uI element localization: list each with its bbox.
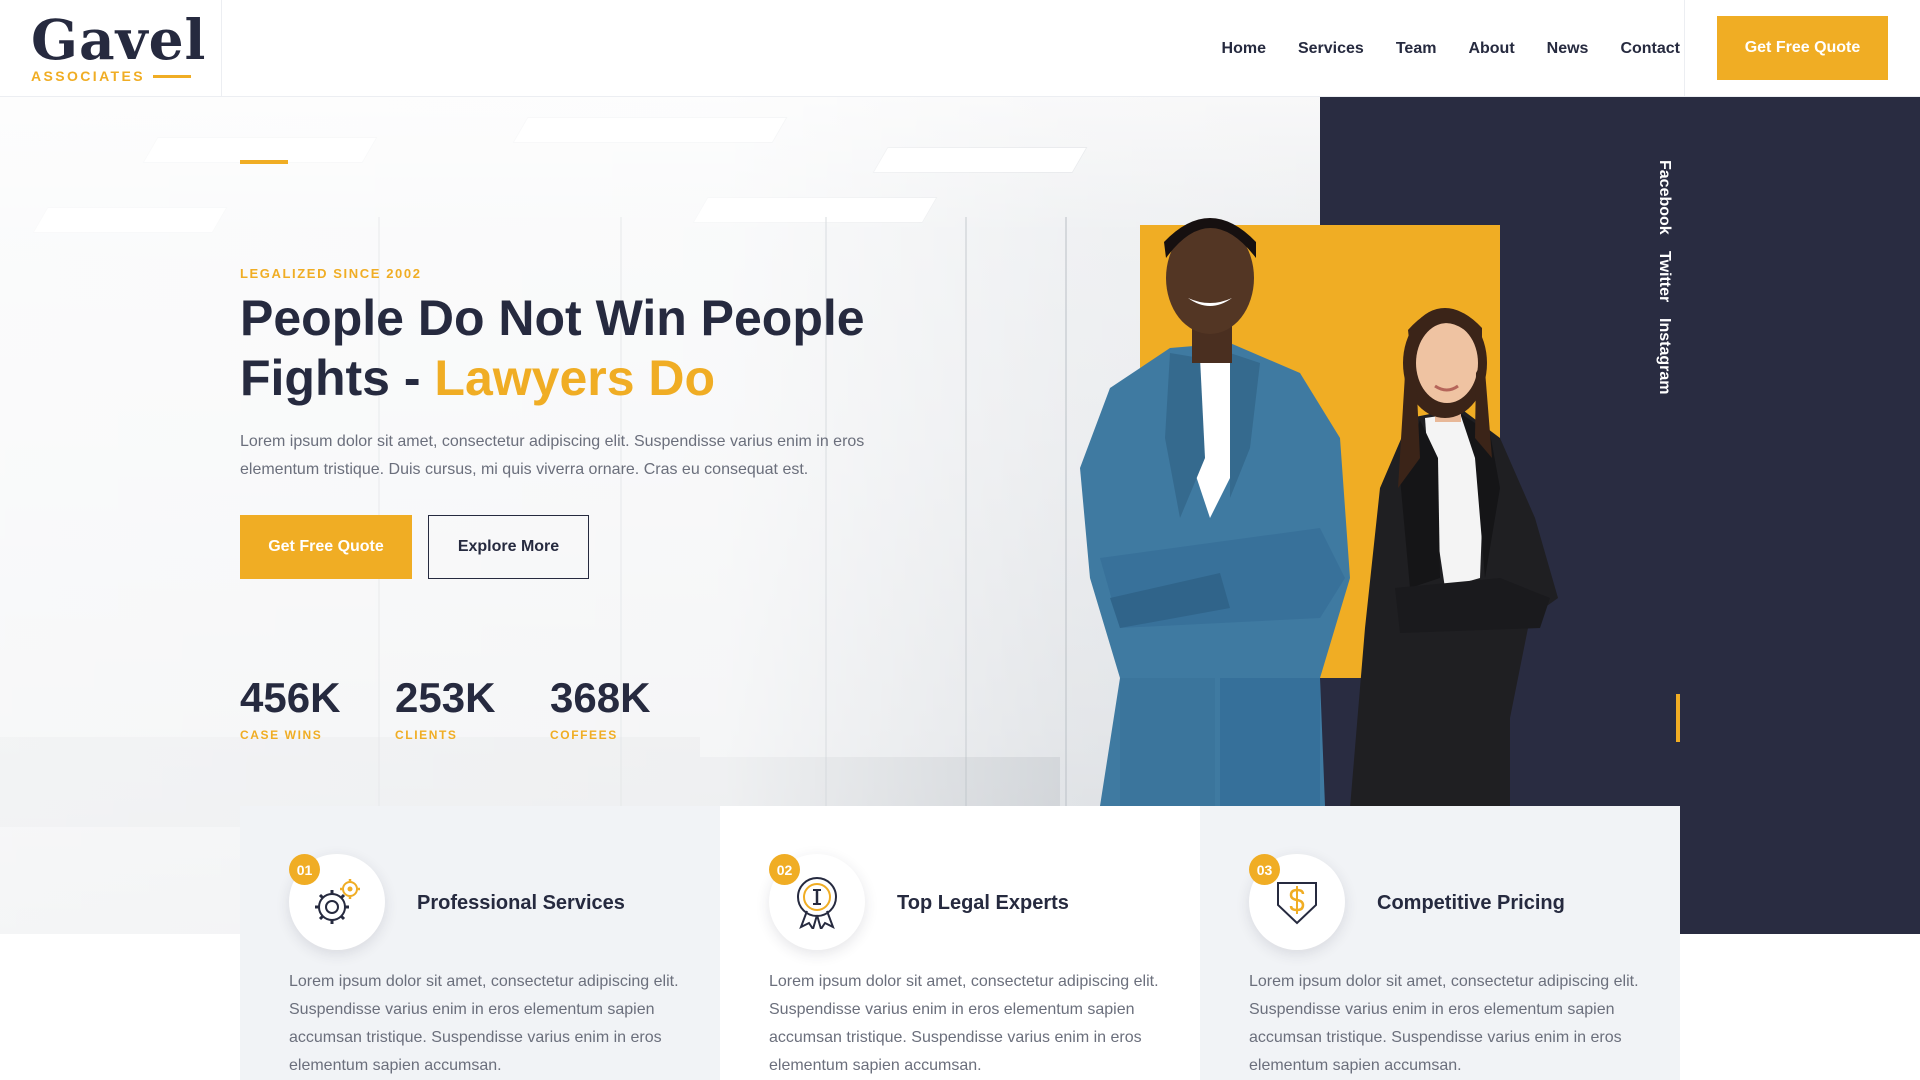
card-description: Lorem ipsum dolor sit amet, consectetur … bbox=[289, 973, 679, 1074]
stat-value: 368K bbox=[550, 674, 651, 721]
logo-word: Gavel bbox=[31, 7, 207, 72]
stat-label: CASE WINS bbox=[240, 728, 323, 742]
main-nav: Home Services Team About News Contact bbox=[1222, 0, 1680, 97]
nav-item-about[interactable]: About bbox=[1468, 40, 1514, 58]
hero-title: People Do Not Win People Fights - Lawyer… bbox=[240, 288, 940, 408]
header-divider-right bbox=[1684, 0, 1685, 97]
hero-accent-line bbox=[240, 160, 288, 164]
lawyers-photo bbox=[1080, 218, 1558, 806]
stat-clients: 253K CLIENTS bbox=[395, 672, 495, 742]
woman-lawyer bbox=[1350, 308, 1558, 806]
card-title: Professional Services bbox=[417, 892, 625, 914]
stat-value: 253K bbox=[395, 674, 496, 721]
card-number-badge: 02 bbox=[769, 854, 800, 885]
price-tag-dollar-icon bbox=[1277, 882, 1317, 925]
hero-description: Lorem ipsum dolor sit amet, consectetur … bbox=[240, 433, 865, 478]
card-description: Lorem ipsum dolor sit amet, consectetur … bbox=[769, 973, 1159, 1074]
social-links: Facebook Twitter Instagram bbox=[1655, 160, 1673, 394]
stat-label: COFFEES bbox=[550, 728, 618, 742]
feature-card-competitive-pricing[interactable]: 03 Competitive Pricing Lorem ipsum dolor… bbox=[1200, 806, 1680, 1080]
feature-cards: 01 Professional Services Lorem ipsum dol… bbox=[240, 806, 1680, 1080]
card-description: Lorem ipsum dolor sit amet, consectetur … bbox=[1249, 973, 1639, 1074]
social-link-instagram[interactable]: Instagram bbox=[1655, 318, 1673, 394]
stat-value: 456K bbox=[240, 674, 341, 721]
hero-get-quote-button[interactable]: Get Free Quote bbox=[240, 515, 412, 579]
logo-subtitle: ASSOCIATES bbox=[31, 68, 145, 84]
card-title: Competitive Pricing bbox=[1377, 892, 1565, 914]
feature-card-top-legal-experts[interactable]: 02 Top Legal Experts Lorem ipsum dolor s… bbox=[720, 806, 1200, 1080]
card-number-badge: 01 bbox=[289, 854, 320, 885]
social-accent-bar bbox=[1676, 694, 1680, 742]
site-header: Gavel ASSOCIATES Home Services Team Abou… bbox=[0, 0, 1920, 97]
hero-explore-more-button[interactable]: Explore More bbox=[428, 515, 589, 579]
stat-coffees: 368K COFFEES bbox=[550, 672, 650, 742]
card-title: Top Legal Experts bbox=[897, 892, 1069, 914]
award-medal-icon bbox=[797, 877, 837, 929]
nav-item-contact[interactable]: Contact bbox=[1620, 40, 1680, 58]
social-link-facebook[interactable]: Facebook bbox=[1655, 160, 1673, 235]
nav-item-news[interactable]: News bbox=[1547, 40, 1589, 58]
hero-eyebrow: LEGALIZED SINCE 2002 bbox=[240, 266, 422, 281]
nav-item-services[interactable]: Services bbox=[1298, 40, 1364, 58]
hero-title-highlight: Lawyers Do bbox=[434, 350, 716, 406]
logo[interactable]: Gavel ASSOCIATES bbox=[31, 7, 207, 85]
man-lawyer bbox=[1080, 218, 1350, 806]
logo-underline bbox=[152, 74, 191, 78]
stat-case-wins: 456K CASE WINS bbox=[240, 672, 340, 742]
gear-settings-icon bbox=[315, 879, 360, 924]
feature-card-professional-services[interactable]: 01 Professional Services Lorem ipsum dol… bbox=[240, 806, 720, 1080]
header-divider-left bbox=[221, 0, 222, 97]
social-link-twitter[interactable]: Twitter bbox=[1655, 251, 1673, 302]
nav-item-team[interactable]: Team bbox=[1396, 40, 1437, 58]
header-get-quote-button[interactable]: Get Free Quote bbox=[1717, 16, 1888, 80]
stat-label: CLIENTS bbox=[395, 728, 458, 742]
nav-item-home[interactable]: Home bbox=[1222, 40, 1266, 58]
card-number-badge: 03 bbox=[1249, 854, 1280, 885]
